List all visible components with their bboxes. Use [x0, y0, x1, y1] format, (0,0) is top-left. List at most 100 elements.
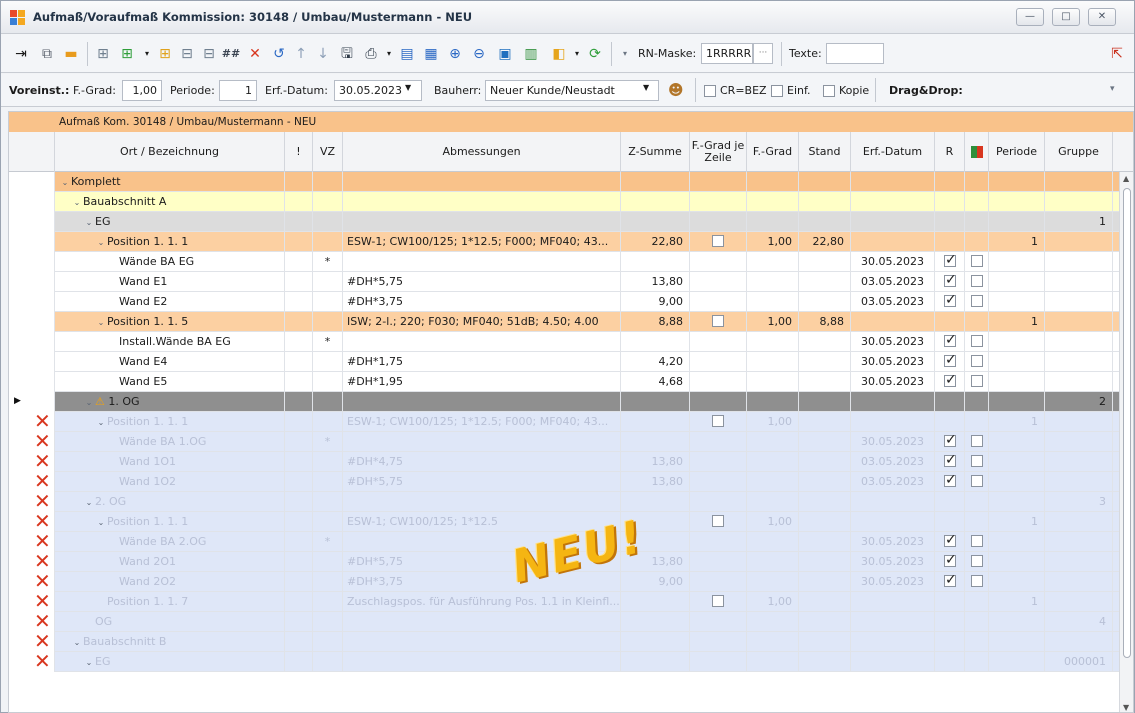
- header-col-r[interactable]: R: [935, 132, 965, 172]
- table-row[interactable]: Install.Wände BA EG * 30.05.2023: [9, 332, 1133, 352]
- col-bezeichnung-cell[interactable]: Wände BA 1.OG: [55, 432, 285, 452]
- col-zsumme-cell[interactable]: 13,80: [621, 472, 690, 492]
- col-r-cell[interactable]: [935, 652, 965, 672]
- col-fgrad-zeile-cell[interactable]: [690, 652, 747, 672]
- col-periode-cell[interactable]: [989, 372, 1045, 392]
- col-stand-cell[interactable]: [799, 612, 851, 632]
- col-stand-cell[interactable]: [799, 212, 851, 232]
- export-icon[interactable]: ⧉: [37, 44, 57, 64]
- col-fgrad-cell[interactable]: [747, 532, 799, 552]
- col-fgrad-zeile-cell[interactable]: [690, 192, 747, 212]
- scroll-down-icon[interactable]: ▼: [1123, 703, 1129, 712]
- header-col-erfdatum[interactable]: Erf.-Datum: [851, 132, 935, 172]
- col-vz-cell[interactable]: *: [313, 432, 343, 452]
- scrollbar-thumb[interactable]: [1123, 188, 1131, 658]
- col-fgrad-cell[interactable]: [747, 252, 799, 272]
- col-fgrad-zeile-cell[interactable]: [690, 412, 747, 432]
- col-abmessungen-cell[interactable]: ESW-1; CW100/125; 1*12.5; F000; MF040; 4…: [343, 412, 621, 432]
- header-col-periode[interactable]: Periode: [989, 132, 1045, 172]
- table-row[interactable]: ⌄ Komplett: [9, 172, 1133, 192]
- header-col-abmessungen[interactable]: Abmessungen: [343, 132, 621, 172]
- save-icon[interactable]: 🖫: [337, 44, 357, 64]
- table-row[interactable]: ✕ Position 1. 1. 7 Zuschlagspos. für Ausfü…: [9, 591, 1133, 612]
- col-r-cell[interactable]: [935, 552, 965, 572]
- table-row[interactable]: ✕ Wand 1O1 #DH*4,75 13,80 03.05.2023: [9, 451, 1133, 472]
- minimize-button[interactable]: —: [1016, 8, 1044, 26]
- col-stand-cell[interactable]: [799, 412, 851, 432]
- col-bezeichnung-cell[interactable]: ⌄ Bauabschnitt A: [55, 192, 285, 212]
- col-x-cell[interactable]: [965, 372, 989, 392]
- col-x-cell[interactable]: [965, 652, 989, 672]
- col-erfdatum-cell[interactable]: 30.05.2023: [851, 552, 935, 572]
- exit-icon[interactable]: ⇱: [1107, 44, 1127, 64]
- col-vz-cell[interactable]: [313, 472, 343, 492]
- row-indicator[interactable]: [9, 252, 55, 272]
- header-col-fgrad[interactable]: F.-Grad: [747, 132, 799, 172]
- col-gruppe-cell[interactable]: [1045, 232, 1113, 252]
- col-bezeichnung-cell[interactable]: ⌄ Position 1. 1. 1: [55, 412, 285, 432]
- col-periode-cell[interactable]: 1: [989, 592, 1045, 612]
- col-gruppe-cell[interactable]: [1045, 352, 1113, 372]
- col-gruppe-cell[interactable]: [1045, 412, 1113, 432]
- expand-chevron-icon[interactable]: ⌄: [83, 653, 95, 672]
- table-row[interactable]: ✕ ⌄ Position 1. 1. 1 ESW-1; CW100/125; 1*12…: [9, 411, 1133, 432]
- col-periode-cell[interactable]: 1: [989, 412, 1045, 432]
- col-stand-cell[interactable]: 8,88: [799, 312, 851, 332]
- col-fgrad-zeile-cell[interactable]: [690, 612, 747, 632]
- x-checkbox[interactable]: [971, 475, 983, 487]
- col-bezeichnung-cell[interactable]: ⌄ EG: [55, 212, 285, 232]
- col-x-cell[interactable]: [965, 612, 989, 632]
- col-abmessungen-cell[interactable]: ESW-1; CW100/125; 1*12.5; F000; MF040; 4…: [343, 232, 621, 252]
- print-icon[interactable]: ⎙: [361, 44, 381, 64]
- col-excl-cell[interactable]: [285, 412, 313, 432]
- col-periode-cell[interactable]: [989, 212, 1045, 232]
- col-stand-cell[interactable]: [799, 652, 851, 672]
- col-gruppe-cell[interactable]: [1045, 432, 1113, 452]
- col-bezeichnung-cell[interactable]: Wand 2O2: [55, 572, 285, 592]
- col-zsumme-cell[interactable]: [621, 652, 690, 672]
- col-vz-cell[interactable]: [313, 452, 343, 472]
- r-checkbox[interactable]: [944, 572, 957, 590]
- col-stand-cell[interactable]: [799, 192, 851, 212]
- col-vz-cell[interactable]: *: [313, 252, 343, 272]
- col-fgrad-zeile-cell[interactable]: [690, 252, 747, 272]
- col-r-cell[interactable]: [935, 632, 965, 652]
- table-row[interactable]: ⌄ Position 1. 1. 1 ESW-1; CW100/125; 1*12.…: [9, 232, 1133, 252]
- col-erfdatum-cell[interactable]: [851, 212, 935, 232]
- col-x-cell[interactable]: [965, 452, 989, 472]
- col-bezeichnung-cell[interactable]: ⌄ Position 1. 1. 1: [55, 512, 285, 532]
- x-checkbox[interactable]: [971, 455, 983, 467]
- x-checkbox[interactable]: [971, 575, 983, 587]
- col-periode-cell[interactable]: [989, 452, 1045, 472]
- col-zsumme-cell[interactable]: [621, 412, 690, 432]
- header-col-x[interactable]: [965, 132, 989, 172]
- col-abmessungen-cell[interactable]: #DH*4,75: [343, 452, 621, 472]
- r-checkbox[interactable]: [944, 292, 957, 310]
- col-zsumme-cell[interactable]: [621, 612, 690, 632]
- col-excl-cell[interactable]: [285, 612, 313, 632]
- col-zsumme-cell[interactable]: [621, 252, 690, 272]
- row-indicator[interactable]: [9, 312, 55, 332]
- col-x-cell[interactable]: [965, 212, 989, 232]
- table-row[interactable]: Wand E4 #DH*1,75 4,20 30.05.2023: [9, 352, 1133, 372]
- col-vz-cell[interactable]: [313, 652, 343, 672]
- col-fgrad-cell[interactable]: [747, 472, 799, 492]
- col-stand-cell[interactable]: [799, 392, 851, 412]
- print-dropdown-icon[interactable]: ▾: [379, 44, 399, 64]
- header-col-fgrad-zeile[interactable]: F.-Grad je Zeile: [690, 132, 747, 172]
- col-vz-cell[interactable]: [313, 352, 343, 372]
- table-row[interactable]: ✕ Wände BA 1.OG * 30.05.2023: [9, 431, 1133, 452]
- col-fgrad-zeile-cell[interactable]: [690, 452, 747, 472]
- col-stand-cell[interactable]: [799, 272, 851, 292]
- col-abmessungen-cell[interactable]: [343, 632, 621, 652]
- col-vz-cell[interactable]: *: [313, 332, 343, 352]
- col-bezeichnung-cell[interactable]: Position 1. 1. 7: [55, 592, 285, 612]
- col-periode-cell[interactable]: [989, 472, 1045, 492]
- insert-below-icon[interactable]: ⊞: [155, 44, 175, 64]
- col-vz-cell[interactable]: [313, 172, 343, 192]
- col-periode-cell[interactable]: [989, 612, 1045, 632]
- col-excl-cell[interactable]: [285, 232, 313, 252]
- col-bezeichnung-cell[interactable]: OG: [55, 612, 285, 632]
- col-bezeichnung-cell[interactable]: ⌄ ⚠ 1. OG: [55, 392, 285, 412]
- col-excl-cell[interactable]: [285, 212, 313, 232]
